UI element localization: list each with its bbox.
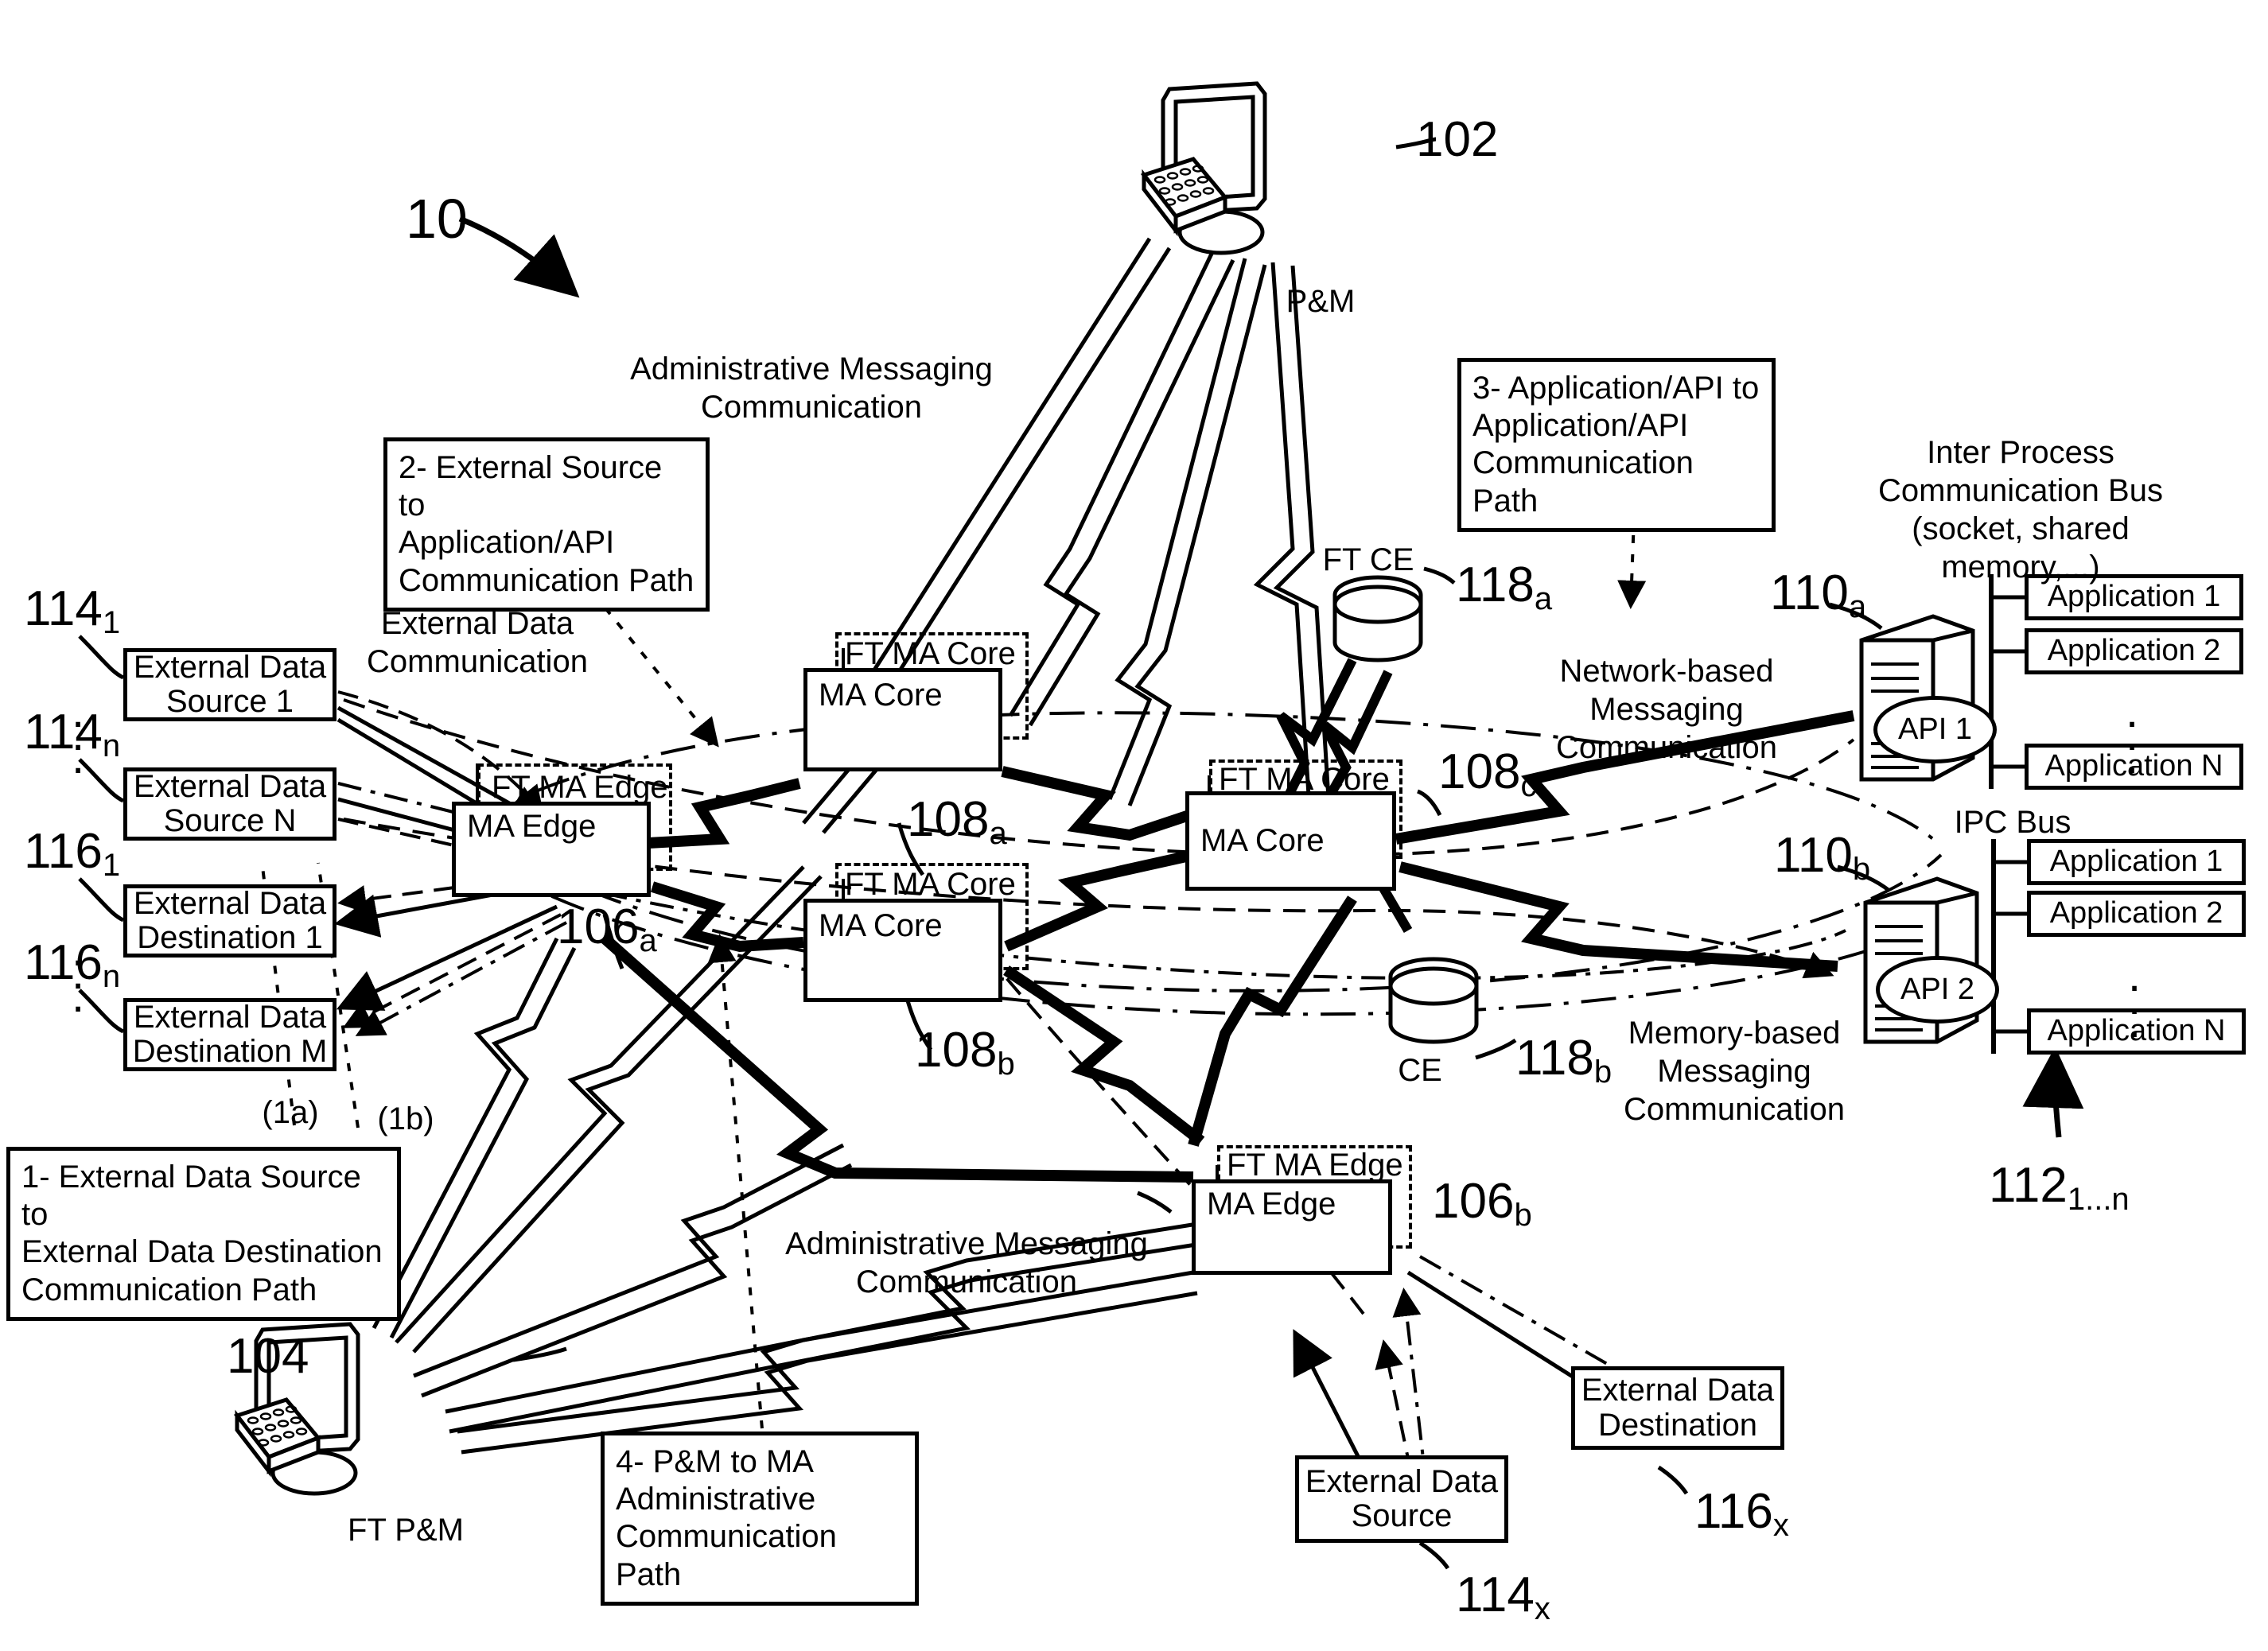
ref-114-1: 1141 [24, 581, 121, 640]
external-data-source-x-label: External Data Source [1305, 1463, 1499, 1533]
ref-114x: 114x [1456, 1567, 1550, 1626]
ref-112: 1121...n [1989, 1158, 2130, 1217]
external-data-destination-1[interactable]: External Data Destination 1 [123, 884, 337, 958]
ft-ma-core-b-label: FT MA Core [845, 867, 1016, 902]
ref-114-n: 114n [24, 705, 121, 763]
applications-ref-arrow [2022, 1047, 2084, 1138]
annotation-memory-based-messaging: Memory-based Messaging Communication [1624, 1016, 1845, 1127]
figure-reference-10: 10 [406, 188, 468, 250]
callout-4-text: 4- P&M to MA Administrative Communicatio… [616, 1444, 837, 1592]
application-b-2[interactable]: Application 2 [2027, 891, 2246, 937]
ref-110b: 110b [1774, 828, 1871, 887]
callout-2-text: 2- External Source to Application/API Co… [399, 450, 694, 598]
callout-1-text: 1- External Data Source to External Data… [21, 1160, 383, 1307]
ref-118b: 118b [1515, 1031, 1612, 1090]
applications-a-ellipsis: ... [2126, 686, 2139, 783]
ref-102: 102 [1416, 112, 1499, 167]
api-1-badge[interactable]: API 1 [1873, 696, 1997, 763]
external-data-source-1[interactable]: External Data Source 1 [123, 648, 337, 721]
annotation-external-data-communication: External Data Communication [367, 606, 588, 679]
callout-4-pm-to-ma: 4- P&M to MA Administrative Communicatio… [601, 1432, 919, 1606]
ref-106b: 106b [1432, 1174, 1532, 1233]
ft-ce-label: FT CE [1322, 542, 1414, 577]
ma-core-a[interactable]: MA Core [803, 668, 1002, 771]
api-1-label: API 1 [1898, 713, 1972, 746]
ma-core-b[interactable]: MA Core [803, 899, 1002, 1002]
ref-110a: 110a [1770, 565, 1867, 624]
admin-link-ftpm [372, 865, 1222, 1455]
ft-ma-core-a-label: FT MA Core [845, 636, 1016, 671]
application-b-1[interactable]: Application 1 [2027, 839, 2246, 885]
ce-label: CE [1398, 1053, 1442, 1088]
ref-108c: 108c [1438, 744, 1537, 803]
ft-ma-edge-b-label: FT MA Edge [1227, 1148, 1403, 1183]
application-a-2[interactable]: Application 2 [2025, 628, 2243, 674]
external-data-destination-m-label: External Data Destination M [132, 999, 328, 1069]
ft-ce-cylinder-icon [1329, 573, 1432, 668]
annotation-network-based-messaging: Network-based Messaging Communication [1556, 654, 1777, 765]
pm-label: P&M [1286, 284, 1356, 319]
annotation-admin-messaging-top: Administrative Messaging Communication [630, 352, 993, 425]
external-data-source-x[interactable]: External Data Source [1295, 1455, 1508, 1543]
annotation-admin-messaging-bottom: Administrative Messaging Communication [785, 1226, 1148, 1299]
ref-116-1: 1161 [24, 824, 121, 883]
ft-pm-label: FT P&M [348, 1513, 464, 1548]
ipc-bus-a-caption: Inter Process Communication Bus (socket,… [1878, 435, 2163, 585]
ma-edge-b-label: MA Edge [1207, 1187, 1336, 1222]
ma-core-c[interactable]: MA Core [1185, 791, 1396, 891]
external-data-destination-x-label: External Data Destination [1581, 1373, 1775, 1443]
ref-118a: 118a [1456, 557, 1553, 616]
external-data-source-1-label: External Data Source 1 [133, 649, 327, 719]
ce-cylinder-icon [1384, 954, 1488, 1050]
ref-106a: 106a [557, 899, 657, 958]
ma-core-a-label: MA Core [819, 678, 943, 713]
annotation-path-1a: (1a) [262, 1095, 319, 1130]
external-data-destination-1-label: External Data Destination 1 [133, 885, 327, 955]
figure-ref-arrow [458, 216, 580, 298]
ft-ma-edge-a-label: FT MA Edge [492, 770, 668, 805]
callout-2-external-source-to-api: 2- External Source to Application/API Co… [383, 437, 710, 612]
external-data-source-n-label: External Data Source N [133, 768, 327, 838]
ref-108b: 108b [915, 1023, 1015, 1082]
callout-3-api-to-api: 3- Application/API to Application/API Co… [1457, 358, 1776, 532]
patent-figure-canvas: P&M 102 FT P&M 104 1141 External Data So… [0, 0, 2268, 1651]
callout-1-external-source-to-destination: 1- External Data Source to External Data… [6, 1147, 401, 1321]
application-a-2-label: Application 2 [2047, 634, 2221, 668]
ma-core-b-label: MA Core [819, 908, 943, 944]
annotation-path-1b: (1b) [377, 1101, 434, 1136]
ma-edge-b[interactable]: MA Edge [1192, 1179, 1392, 1275]
external-data-source-n[interactable]: External Data Source N [123, 767, 337, 841]
api-2-label: API 2 [1900, 973, 1974, 1006]
external-data-destination-x[interactable]: External Data Destination [1571, 1366, 1784, 1450]
api-2-badge[interactable]: API 2 [1876, 956, 1999, 1024]
ref-108a: 108a [907, 792, 1007, 851]
ipc-bus-b-caption: IPC Bus [1954, 805, 2072, 840]
ma-edge-a-label: MA Edge [467, 809, 597, 845]
ref-116-n: 116n [24, 935, 121, 994]
ipc-bus-a-line [1989, 574, 1994, 789]
ref-104: 104 [227, 1329, 309, 1384]
application-b-2-label: Application 2 [2049, 896, 2223, 930]
ref-116x: 116x [1694, 1484, 1789, 1543]
application-b-1-label: Application 1 [2049, 845, 2223, 879]
callout-3-text: 3- Application/API to Application/API Co… [1472, 371, 1760, 519]
external-data-destination-m[interactable]: External Data Destination M [123, 998, 337, 1071]
applications-b-ellipsis: ... [2128, 950, 2142, 1047]
ma-core-c-label: MA Core [1200, 822, 1325, 858]
ma-edge-a[interactable]: MA Edge [452, 802, 651, 897]
pm-workstation-icon [1138, 80, 1336, 262]
